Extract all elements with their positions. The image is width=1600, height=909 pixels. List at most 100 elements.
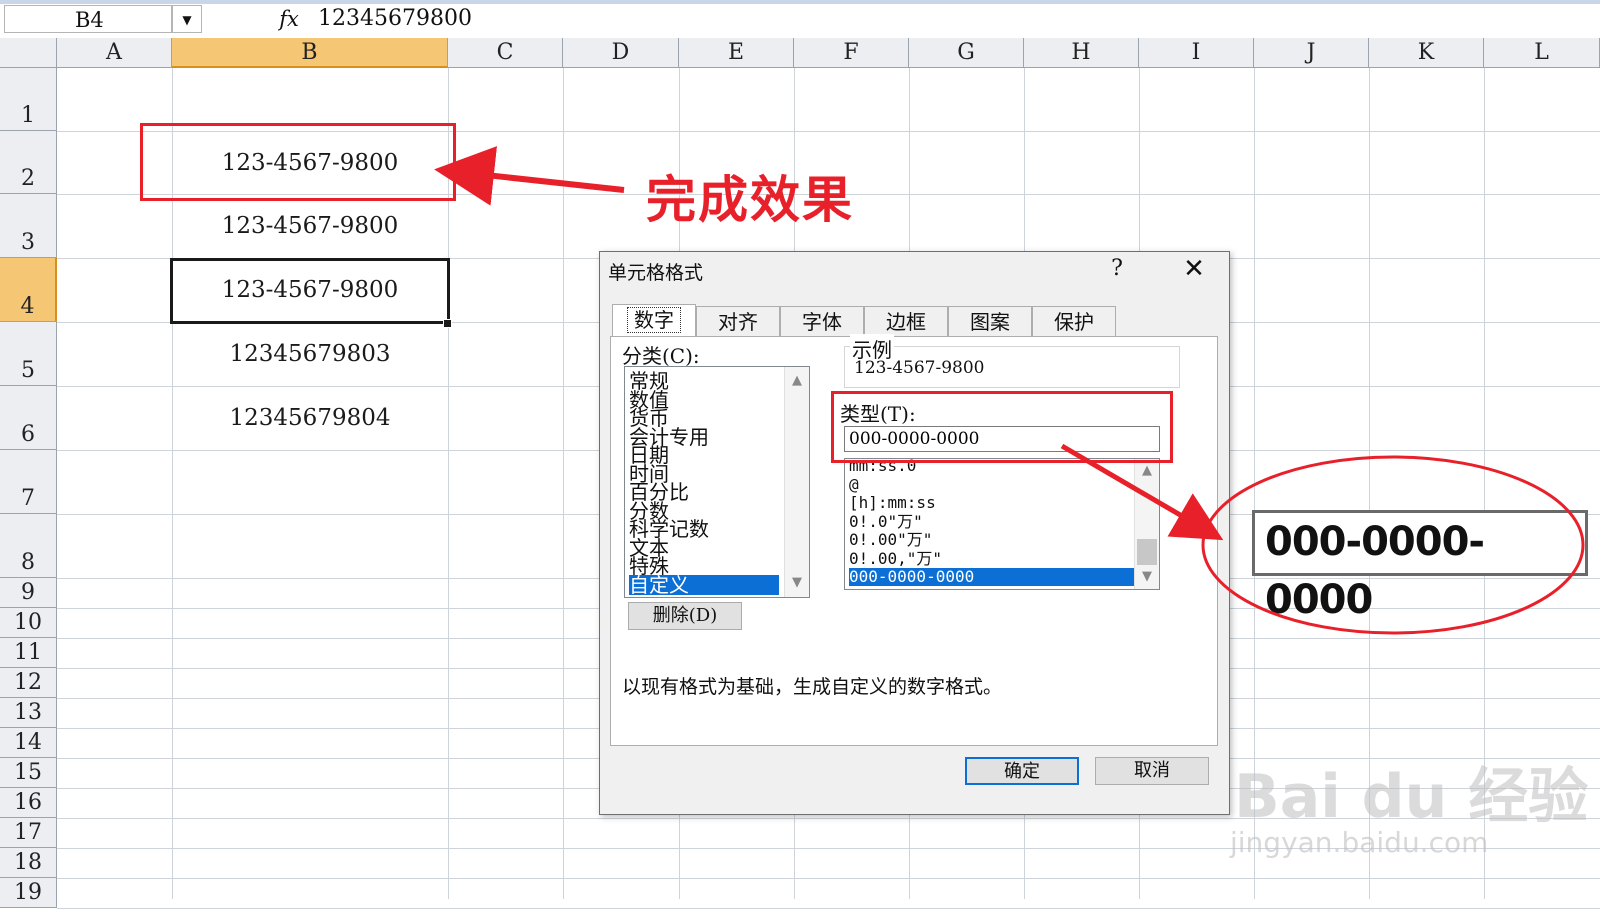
row-header-label: 15 xyxy=(14,760,42,785)
column-header-b[interactable]: B xyxy=(172,38,448,68)
row-header-label: 5 xyxy=(21,358,35,383)
formula-input[interactable]: 12345679800 xyxy=(318,4,472,34)
column-header-l[interactable]: L xyxy=(1484,38,1600,68)
row-header-9[interactable]: 9 xyxy=(0,578,57,608)
window-top-border xyxy=(0,0,1600,4)
row-header-1[interactable]: 1 xyxy=(0,68,57,131)
scroll-up-icon[interactable]: ▲ xyxy=(1135,461,1159,481)
fill-handle[interactable] xyxy=(443,319,452,328)
row-header-17[interactable]: 17 xyxy=(0,818,57,848)
gridline-vertical xyxy=(563,68,564,899)
description-text: 以现有格式为基础，生成自定义的数字格式。 xyxy=(622,676,1003,698)
column-header-e[interactable]: E xyxy=(679,38,794,68)
scroll-down-icon[interactable]: ▼ xyxy=(785,573,809,593)
arrow-to-b2 xyxy=(434,146,625,206)
tab-label: 对齐 xyxy=(718,310,758,334)
chevron-down-icon[interactable]: ▼ xyxy=(172,5,202,33)
type-list-item[interactable]: [h]:mm:ss xyxy=(849,494,1135,512)
column-header-d[interactable]: D xyxy=(563,38,679,68)
row-header-14[interactable]: 14 xyxy=(0,728,57,758)
row-header-label: 18 xyxy=(14,850,42,875)
cell-b3[interactable]: 123-4567-9800 xyxy=(172,213,448,239)
column-header-f[interactable]: F xyxy=(794,38,909,68)
tab-0[interactable]: 数字 xyxy=(612,304,696,336)
cell-b5[interactable]: 12345679803 xyxy=(172,341,448,367)
row-header-8[interactable]: 8 xyxy=(0,514,57,578)
row-header-label: 4 xyxy=(20,294,35,319)
tab-1[interactable]: 对齐 xyxy=(696,306,780,336)
column-header-a[interactable]: A xyxy=(57,38,172,68)
row-header-11[interactable]: 11 xyxy=(0,638,57,668)
tab-5[interactable]: 保护 xyxy=(1032,306,1116,336)
dialog-title: 单元格格式 xyxy=(608,262,704,284)
close-icon[interactable]: ✕ xyxy=(1176,254,1212,284)
type-list-item[interactable]: 0!.0"万" xyxy=(849,512,1135,531)
column-header-h[interactable]: H xyxy=(1024,38,1139,68)
gridline-horizontal xyxy=(57,878,1600,879)
column-header-i[interactable]: I xyxy=(1139,38,1254,68)
tab-label: 边框 xyxy=(886,310,926,334)
row-header-18[interactable]: 18 xyxy=(0,848,57,878)
type-list[interactable]: mm:ss.0 @ [h]:mm:ss 0!.0"万" 0!.00"万" 0!.00,"万… xyxy=(844,458,1160,590)
type-list-item[interactable]: 0!.00"万" xyxy=(849,531,1135,549)
type-list-item[interactable]: 000-0000-0000 xyxy=(849,568,1135,586)
delete-button[interactable]: 删除(D) xyxy=(628,602,742,630)
row-header-2[interactable]: 2 xyxy=(0,131,57,194)
column-header-g[interactable]: G xyxy=(909,38,1024,68)
row-header-label: 3 xyxy=(21,230,35,255)
column-header-k[interactable]: K xyxy=(1369,38,1484,68)
baidu-watermark-logo: Bai du 经验 xyxy=(1234,762,1589,832)
scroll-thumb[interactable] xyxy=(1137,539,1157,565)
row-header-label: 7 xyxy=(21,486,35,511)
scroll-up-icon[interactable]: ▲ xyxy=(785,371,809,391)
row-header-label: 19 xyxy=(14,880,42,905)
column-header-j[interactable]: J xyxy=(1254,38,1369,68)
tab-label: 数字 xyxy=(627,307,681,333)
type-scrollbar[interactable]: ▲ ▼ xyxy=(1134,459,1159,589)
row-header-label: 16 xyxy=(14,790,42,815)
row-header-label: 9 xyxy=(21,580,35,605)
row-header-label: 13 xyxy=(14,700,42,725)
name-box[interactable]: B4 xyxy=(4,5,172,33)
row-header-label: 6 xyxy=(21,422,35,447)
row-header-label: 12 xyxy=(14,670,42,695)
type-list-item[interactable]: 0!.00,"万" xyxy=(849,549,1135,568)
row-header-6[interactable]: 6 xyxy=(0,386,57,450)
row-header-16[interactable]: 16 xyxy=(0,788,57,818)
cancel-button[interactable]: 取消 xyxy=(1095,757,1209,785)
row-header-label: 1 xyxy=(21,103,35,128)
tab-4[interactable]: 图案 xyxy=(948,306,1032,336)
tab-2[interactable]: 字体 xyxy=(780,306,864,336)
row-header-13[interactable]: 13 xyxy=(0,698,57,728)
row-header-10[interactable]: 10 xyxy=(0,608,57,638)
active-cell-border xyxy=(170,258,450,324)
help-button[interactable]: ? xyxy=(1102,254,1132,284)
format-cells-dialog: 单元格格式 ? ✕ 数字 对齐 字体 边框 图案 保护 分类(C): 常规 数值 货币 会计专用… xyxy=(599,251,1230,815)
scroll-down-icon[interactable]: ▼ xyxy=(1135,567,1159,587)
fx-icon[interactable]: fx xyxy=(272,4,306,34)
ok-button[interactable]: 确定 xyxy=(965,757,1079,785)
category-scrollbar[interactable]: ▲ ▼ xyxy=(784,367,809,597)
category-label: 分类(C): xyxy=(622,344,700,368)
cell-b6[interactable]: 12345679804 xyxy=(172,405,448,431)
tab-label: 保护 xyxy=(1054,310,1094,334)
row-header-label: 14 xyxy=(14,730,42,755)
row-header-4[interactable]: 4 xyxy=(0,258,57,322)
tab-label: 字体 xyxy=(802,310,842,334)
select-all-corner[interactable] xyxy=(0,38,57,68)
row-header-15[interactable]: 15 xyxy=(0,758,57,788)
row-header-label: 2 xyxy=(21,166,35,191)
row-header-3[interactable]: 3 xyxy=(0,194,57,258)
row-header-19[interactable]: 19 xyxy=(0,878,57,908)
category-item[interactable]: 自定义 xyxy=(629,574,779,595)
category-list[interactable]: 常规 数值 货币 会计专用 日期 时间 百分比 分数 科学记数 文本 特殊 自定义 ▲ ▼ xyxy=(624,366,810,598)
zoom-callout-box: 000-0000-0000 xyxy=(1252,510,1588,623)
row-header-5[interactable]: 5 xyxy=(0,322,57,386)
row-header-7[interactable]: 7 xyxy=(0,450,57,514)
highlight-box-b2 xyxy=(140,123,456,201)
annotation-label: 完成效果 xyxy=(646,171,854,229)
row-header-12[interactable]: 12 xyxy=(0,668,57,698)
column-header-c[interactable]: C xyxy=(448,38,563,68)
tab-3[interactable]: 边框 xyxy=(864,306,948,336)
type-list-item[interactable]: @ xyxy=(849,475,1135,494)
